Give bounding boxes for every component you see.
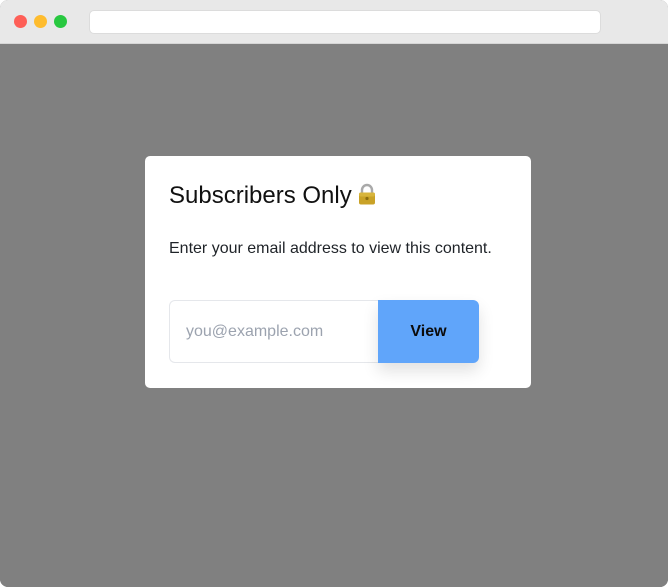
address-bar[interactable] (89, 10, 601, 34)
modal-description: Enter your email address to view this co… (169, 240, 492, 257)
close-window-button[interactable] (14, 15, 27, 28)
browser-window: Subscribers Only Enter your email addres… (0, 0, 668, 587)
title-bar (0, 0, 668, 44)
page-overlay: Subscribers Only Enter your email addres… (0, 44, 668, 587)
lock-icon (358, 183, 376, 205)
email-form: View (169, 300, 479, 363)
minimize-window-button[interactable] (34, 15, 47, 28)
view-button[interactable]: View (378, 300, 479, 363)
modal-title: Subscribers Only (169, 182, 376, 210)
subscribe-modal: Subscribers Only Enter your email addres… (145, 156, 531, 388)
email-input[interactable] (169, 300, 381, 363)
maximize-window-button[interactable] (54, 15, 67, 28)
modal-title-text: Subscribers Only (169, 182, 352, 209)
